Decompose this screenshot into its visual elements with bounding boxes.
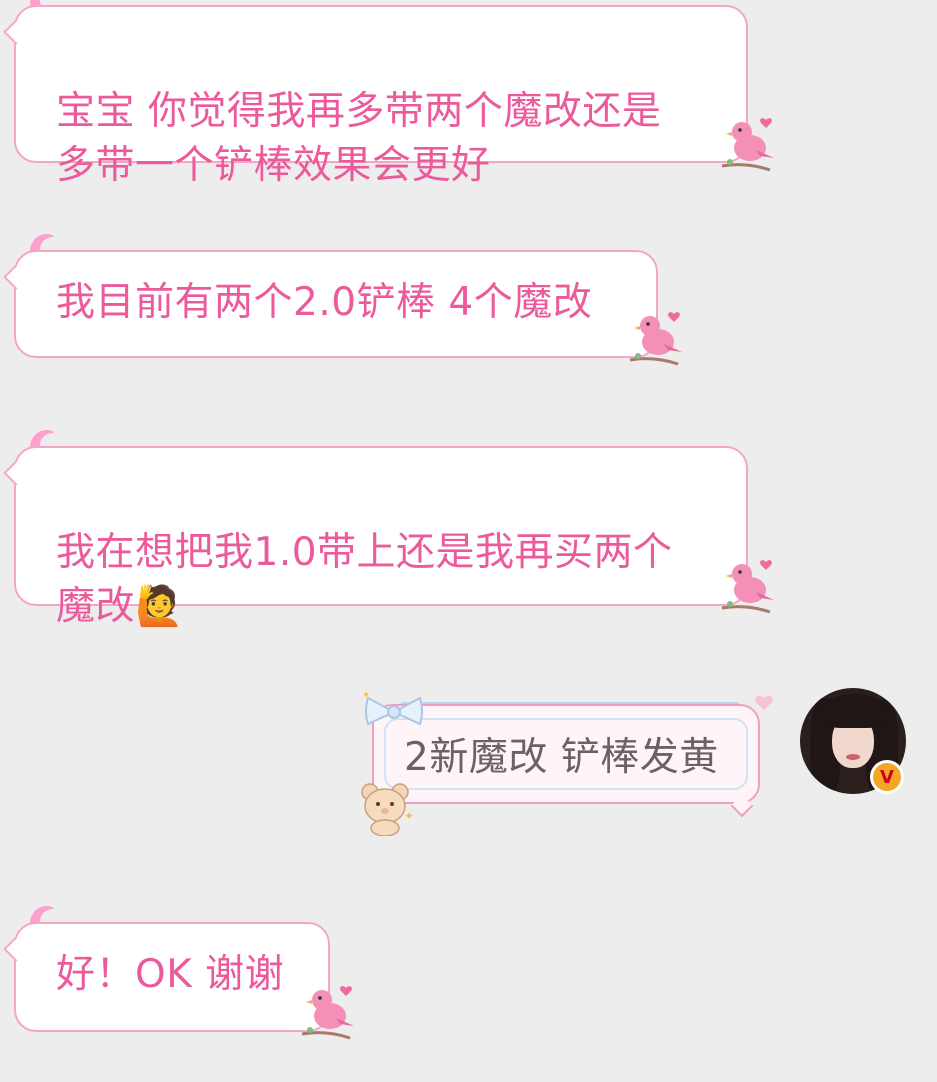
message-bubble[interactable]: 好！OK 谢谢: [14, 922, 330, 1032]
message-bubble[interactable]: 2新魔改 铲棒发黄: [372, 704, 760, 804]
message-text: 我在想把我1.0带上还是我再买两个 魔改🙋: [56, 530, 673, 629]
bear-icon: ✦: [361, 783, 414, 836]
verified-v-icon: V: [870, 760, 904, 794]
message-bubble[interactable]: 我在想把我1.0带上还是我再买两个 魔改🙋: [14, 446, 748, 629]
bird-icon: [721, 560, 774, 614]
message-text: 宝宝 你觉得我再多带两个魔改还是 多带一个铲棒效果会更好: [56, 89, 662, 188]
bird-icon: [629, 312, 682, 366]
heart-icon: [755, 695, 773, 710]
outgoing-message: 2新魔改 铲棒发黄 ✦ ✦: [356, 690, 781, 836]
svg-text:✦: ✦: [404, 809, 414, 823]
bird-icon: [301, 986, 354, 1040]
message-bubble[interactable]: 宝宝 你觉得我再多带两个魔改还是 多带一个铲棒效果会更好: [14, 5, 748, 188]
message-text: 我目前有两个2.0铲棒 4个魔改: [56, 280, 593, 325]
svg-text:✦: ✦: [362, 690, 370, 701]
message-text: 好！OK 谢谢: [56, 952, 285, 997]
bird-icon: [721, 118, 774, 172]
chat-area: ✦ 宝宝 你觉得我再多带两个魔改还是 多带一个铲棒效果会更好 ✦ 我目前有两个2…: [0, 0, 937, 1082]
message-bubble[interactable]: 我目前有两个2.0铲棒 4个魔改: [14, 250, 658, 358]
message-text: 2新魔改 铲棒发黄: [404, 735, 719, 780]
